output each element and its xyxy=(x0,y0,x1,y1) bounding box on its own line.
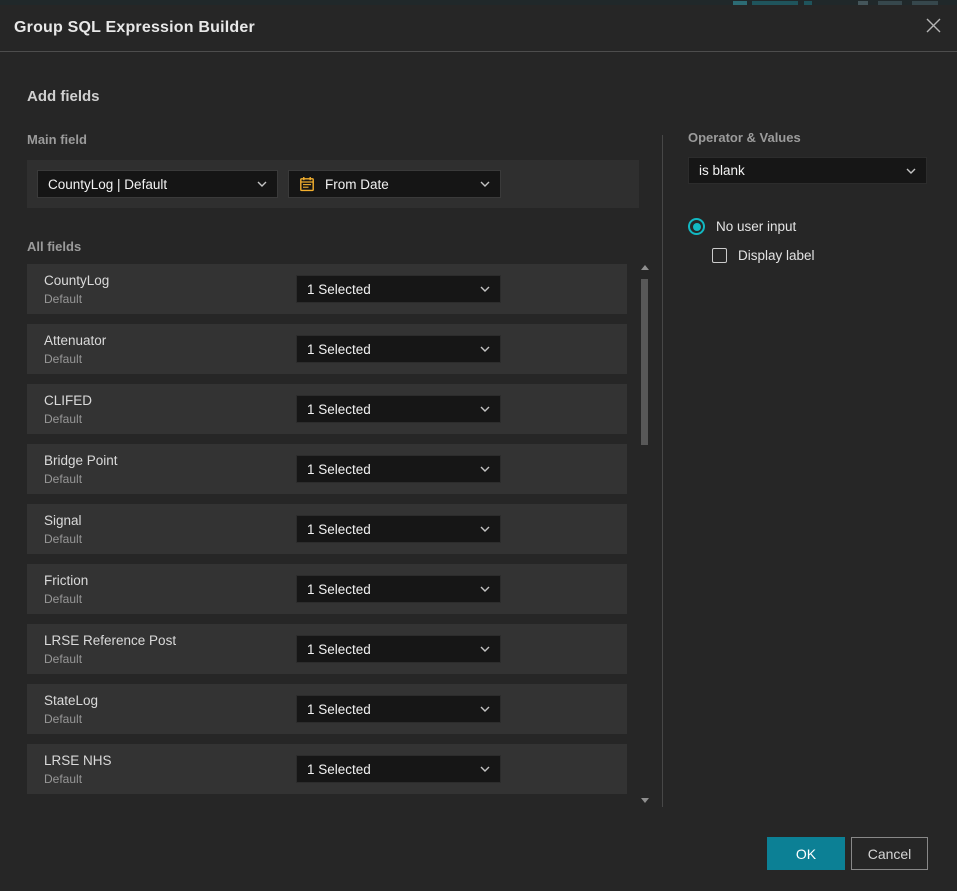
chevron-down-icon xyxy=(480,586,490,592)
field-name: Attenuator xyxy=(44,333,106,348)
scroll-up-arrow-icon[interactable] xyxy=(641,265,649,270)
close-icon xyxy=(925,17,942,39)
chevron-down-icon xyxy=(480,346,490,352)
field-subtype: Default xyxy=(44,412,82,426)
field-subtype: Default xyxy=(44,532,82,546)
calendar-icon xyxy=(299,176,315,192)
field-subtype: Default xyxy=(44,592,82,606)
display-label-checkbox-row[interactable]: Display label xyxy=(712,248,928,263)
field-name: StateLog xyxy=(44,693,98,708)
field-values-dropdown[interactable]: 1 Selected xyxy=(296,635,501,663)
main-field-panel: CountyLog | Default From Date xyxy=(27,160,639,208)
fields-list-scrollbar[interactable] xyxy=(639,261,650,807)
scroll-down-arrow-icon[interactable] xyxy=(641,798,649,803)
field-subtype: Default xyxy=(44,292,82,306)
field-row: Attenuator Default 1 Selected xyxy=(27,324,627,374)
field-subtype: Default xyxy=(44,352,82,366)
chevron-down-icon xyxy=(480,466,490,472)
close-button[interactable] xyxy=(921,16,945,40)
field-values-dropdown[interactable]: 1 Selected xyxy=(296,455,501,483)
all-fields-list: CountyLog Default 1 Selected Attenuator … xyxy=(27,264,627,794)
field-name: CountyLog xyxy=(44,273,109,288)
field-name: Signal xyxy=(44,513,82,528)
no-user-input-radio[interactable]: No user input xyxy=(688,218,928,235)
field-name: CLIFED xyxy=(44,393,92,408)
field-values-selected: 1 Selected xyxy=(307,642,472,657)
field-values-selected: 1 Selected xyxy=(307,282,472,297)
chevron-down-icon xyxy=(480,181,490,187)
operator-values-label: Operator & Values xyxy=(688,130,928,145)
chevron-down-icon xyxy=(906,168,916,174)
dialog-title-bar: Group SQL Expression Builder xyxy=(0,5,957,52)
field-name: Bridge Point xyxy=(44,453,118,468)
add-fields-heading: Add fields xyxy=(27,88,957,105)
chevron-down-icon xyxy=(480,646,490,652)
dialog-title: Group SQL Expression Builder xyxy=(14,19,255,37)
chevron-down-icon xyxy=(257,181,267,187)
display-label-text: Display label xyxy=(738,248,815,263)
scrollbar-thumb[interactable] xyxy=(641,279,648,445)
operator-dropdown[interactable]: is blank xyxy=(688,157,927,184)
field-values-dropdown[interactable]: 1 Selected xyxy=(296,395,501,423)
field-name: Friction xyxy=(44,573,88,588)
chevron-down-icon xyxy=(480,766,490,772)
field-values-dropdown[interactable]: 1 Selected xyxy=(296,515,501,543)
cancel-button[interactable]: Cancel xyxy=(851,837,928,870)
field-values-selected: 1 Selected xyxy=(307,522,472,537)
field-row: CLIFED Default 1 Selected xyxy=(27,384,627,434)
field-row: Signal Default 1 Selected xyxy=(27,504,627,554)
field-subtype: Default xyxy=(44,472,82,486)
no-user-input-label: No user input xyxy=(716,219,796,234)
field-subtype: Default xyxy=(44,652,82,666)
field-row: Bridge Point Default 1 Selected xyxy=(27,444,627,494)
field-row: StateLog Default 1 Selected xyxy=(27,684,627,734)
layer-dropdown[interactable]: CountyLog | Default xyxy=(37,170,278,198)
field-row: Friction Default 1 Selected xyxy=(27,564,627,614)
field-values-selected: 1 Selected xyxy=(307,582,472,597)
field-row: LRSE NHS Default 1 Selected xyxy=(27,744,627,794)
main-field-dropdown-value: From Date xyxy=(325,177,464,192)
main-field-dropdown[interactable]: From Date xyxy=(288,170,501,198)
chevron-down-icon xyxy=(480,526,490,532)
chevron-down-icon xyxy=(480,706,490,712)
field-values-selected: 1 Selected xyxy=(307,762,472,777)
field-values-selected: 1 Selected xyxy=(307,402,472,417)
field-name: LRSE NHS xyxy=(44,753,112,768)
field-values-dropdown[interactable]: 1 Selected xyxy=(296,575,501,603)
operator-values-panel: Operator & Values is blank No user input… xyxy=(688,130,928,263)
field-row: LRSE Reference Post Default 1 Selected xyxy=(27,624,627,674)
field-row: CountyLog Default 1 Selected xyxy=(27,264,627,314)
field-values-dropdown[interactable]: 1 Selected xyxy=(296,335,501,363)
field-values-selected: 1 Selected xyxy=(307,462,472,477)
field-subtype: Default xyxy=(44,772,82,786)
dialog-footer: OK Cancel xyxy=(767,837,928,870)
field-subtype: Default xyxy=(44,712,82,726)
chevron-down-icon xyxy=(480,286,490,292)
checkbox-unchecked-icon[interactable] xyxy=(712,248,727,263)
field-name: LRSE Reference Post xyxy=(44,633,176,648)
field-values-selected: 1 Selected xyxy=(307,702,472,717)
operator-dropdown-value: is blank xyxy=(699,163,898,178)
field-values-selected: 1 Selected xyxy=(307,342,472,357)
field-values-dropdown[interactable]: 1 Selected xyxy=(296,695,501,723)
group-sql-expression-builder-dialog: Group SQL Expression Builder Add fields … xyxy=(0,5,957,891)
field-values-dropdown[interactable]: 1 Selected xyxy=(296,275,501,303)
radio-selected-icon xyxy=(688,218,705,235)
panel-divider xyxy=(662,135,663,807)
layer-dropdown-value: CountyLog | Default xyxy=(48,177,249,192)
ok-button[interactable]: OK xyxy=(767,837,845,870)
chevron-down-icon xyxy=(480,406,490,412)
field-values-dropdown[interactable]: 1 Selected xyxy=(296,755,501,783)
